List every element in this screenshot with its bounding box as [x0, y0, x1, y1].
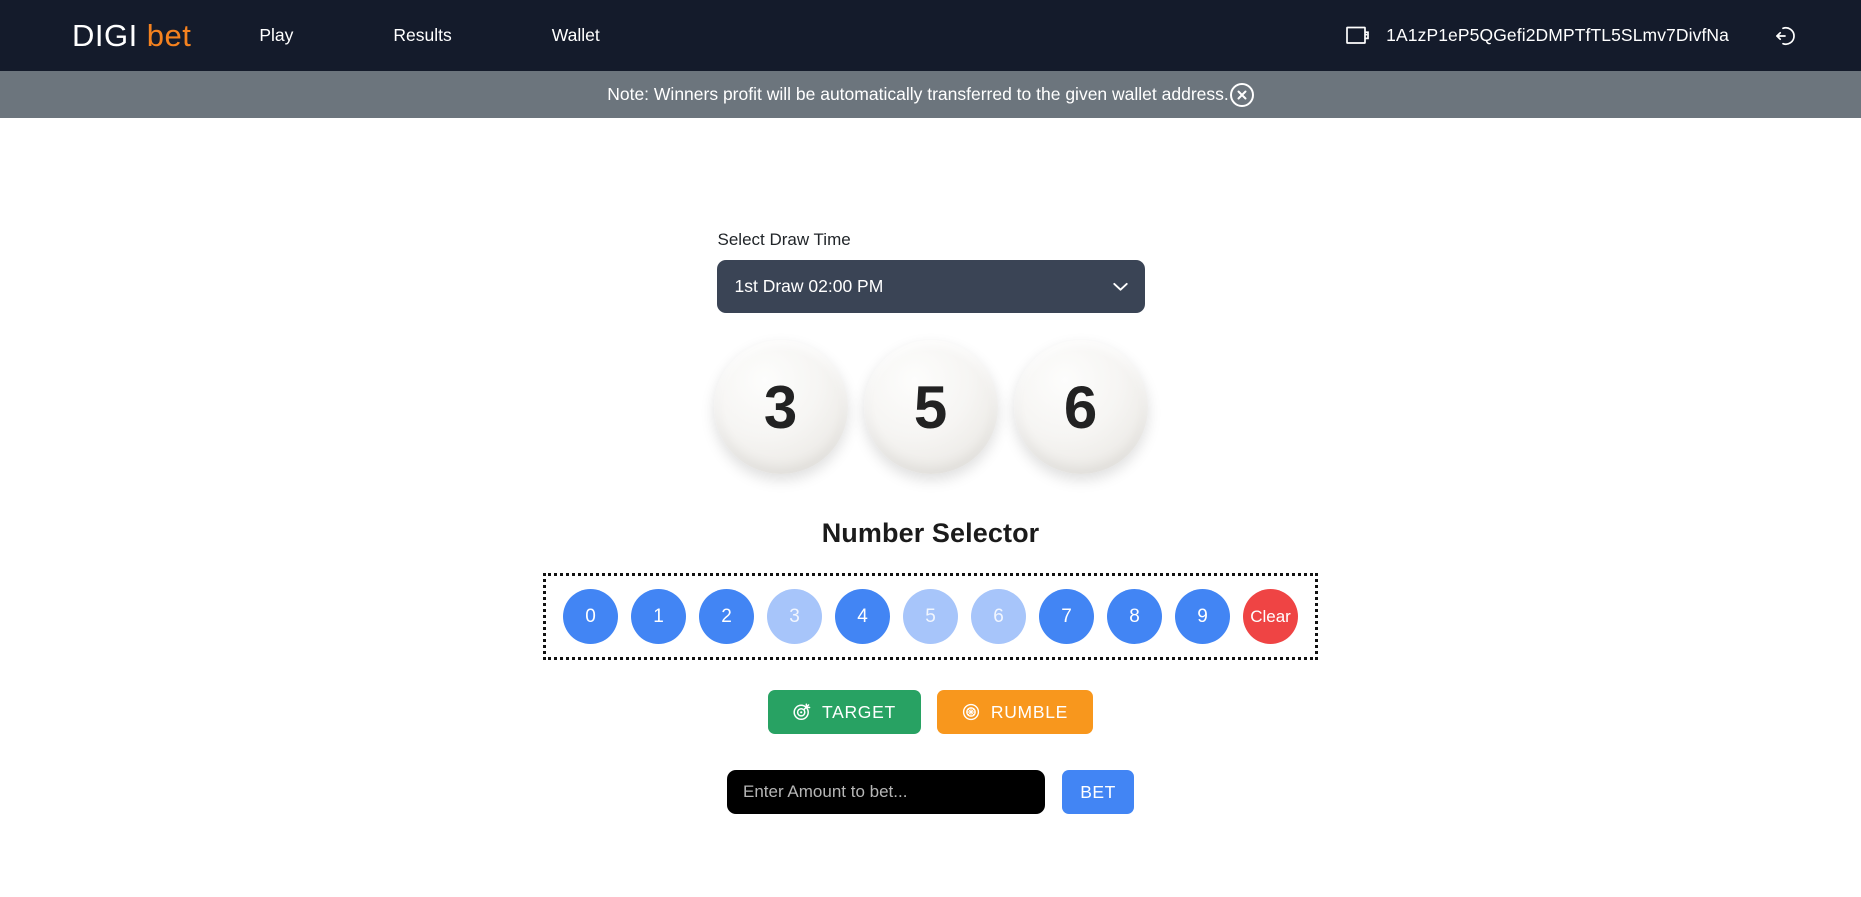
number-button-3[interactable]: 3 — [767, 589, 822, 644]
number-button-6[interactable]: 6 — [971, 589, 1026, 644]
bet-amount-input[interactable] — [727, 770, 1045, 814]
bet-button[interactable]: BET — [1062, 770, 1134, 814]
number-button-0[interactable]: 0 — [563, 589, 618, 644]
rumble-button-label: RUMBLE — [990, 701, 1069, 722]
nav-links: Play Results Wallet — [259, 19, 599, 52]
bet-row: BET — [727, 770, 1134, 814]
clear-button[interactable]: Clear — [1243, 589, 1298, 644]
number-button-9[interactable]: 9 — [1175, 589, 1230, 644]
drawn-ball: 6 — [1013, 340, 1148, 474]
number-button-7[interactable]: 7 — [1039, 589, 1094, 644]
draw-time-label: Select Draw Time — [717, 230, 851, 249]
chevron-down-icon — [1112, 282, 1128, 291]
drawn-ball: 3 — [713, 340, 848, 474]
nav-link-play[interactable]: Play — [259, 19, 293, 52]
target-icon — [793, 703, 811, 721]
nav-link-wallet[interactable]: Wallet — [552, 19, 600, 52]
drawn-balls: 3 5 6 — [713, 340, 1148, 474]
note-banner: Note: Winners profit will be automatical… — [0, 71, 1861, 118]
brand-name-accent: bet — [146, 17, 192, 53]
navbar-right: 1A1zP1eP5QGefi2DMPTfTL5SLmv7DivfNa — [1342, 21, 1831, 51]
rumble-button[interactable]: RUMBLE — [936, 690, 1094, 734]
wallet-address: 1A1zP1eP5QGefi2DMPTfTL5SLmv7DivfNa — [1386, 25, 1729, 45]
mode-buttons: TARGET RUMBLE — [767, 690, 1094, 734]
number-button-5[interactable]: 5 — [903, 589, 958, 644]
number-button-4[interactable]: 4 — [835, 589, 890, 644]
brand-name-primary: DIGI — [72, 17, 138, 53]
brand-logo[interactable]: DIGI bet — [72, 18, 191, 54]
rumble-icon — [962, 703, 980, 721]
number-button-1[interactable]: 1 — [631, 589, 686, 644]
close-icon[interactable] — [1229, 82, 1254, 107]
number-button-8[interactable]: 8 — [1107, 589, 1162, 644]
nav-link-results[interactable]: Results — [393, 19, 451, 52]
number-button-2[interactable]: 2 — [699, 589, 754, 644]
logout-icon[interactable] — [1771, 21, 1801, 51]
note-banner-text: Note: Winners profit will be automatical… — [607, 84, 1229, 104]
draw-time-selected-value: 1st Draw 02:00 PM — [734, 276, 884, 296]
draw-time-select[interactable]: 1st Draw 02:00 PM — [716, 260, 1145, 313]
drawn-ball: 5 — [863, 340, 998, 474]
number-selector-title: Number Selector — [821, 518, 1040, 548]
main-content: Select Draw Time 1st Draw 02:00 PM 3 5 6… — [0, 118, 1861, 814]
wallet-icon — [1342, 21, 1372, 51]
draw-time-block: Select Draw Time 1st Draw 02:00 PM — [716, 230, 1145, 313]
target-button[interactable]: TARGET — [767, 690, 921, 734]
target-button-label: TARGET — [821, 701, 896, 722]
number-selector: 0 1 2 3 4 5 6 7 8 9 Clear — [543, 573, 1318, 660]
navbar: DIGI bet Play Results Wallet 1A1zP1eP5QGe… — [0, 0, 1861, 71]
